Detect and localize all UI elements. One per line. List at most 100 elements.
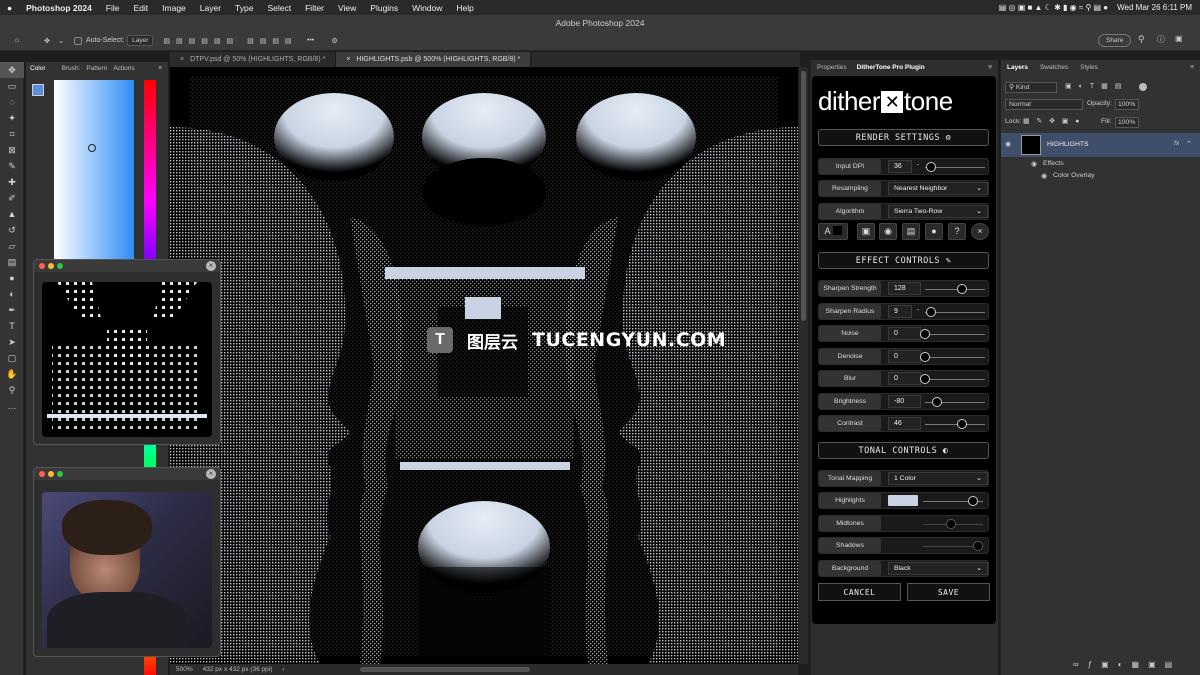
blur-tool-icon[interactable]: ● — [0, 270, 24, 286]
path-select-tool-icon[interactable]: ➤ — [0, 334, 24, 350]
menu-type[interactable]: Type — [228, 3, 260, 13]
contrast-knob[interactable] — [957, 419, 968, 429]
horizontal-scroll-thumb[interactable] — [360, 667, 530, 672]
status-icons[interactable]: ▤ ◎ ▣ ■ ▲ ☾ ✱ ▮ ◉ ≈ ⚲ ▤ ● — [999, 3, 1108, 12]
menu-filter[interactable]: Filter — [298, 3, 331, 13]
opacity-field[interactable]: 100% — [1115, 99, 1139, 110]
noise-track[interactable] — [925, 334, 985, 335]
save-button[interactable]: SAVE — [907, 583, 990, 601]
menu-file[interactable]: File — [99, 3, 127, 13]
scroll-thumb[interactable] — [801, 71, 806, 321]
fx-badge[interactable]: fx — [1174, 140, 1179, 147]
effects-row[interactable]: ◉ Effects — [1001, 159, 1200, 170]
contrast-field[interactable]: 46 — [888, 417, 921, 430]
layers-icon[interactable]: ▣ — [857, 223, 875, 240]
blur-track[interactable] — [925, 379, 985, 380]
algorithm-select[interactable]: Sierra Two-Row ⌄ — [888, 205, 988, 218]
visibility-eye-icon[interactable]: ◉ — [1005, 140, 1011, 148]
move-tool-icon[interactable]: ✥ — [0, 62, 24, 78]
tab-layers[interactable]: Layers — [1007, 64, 1028, 71]
help-icon[interactable]: ⓘ — [1157, 34, 1165, 45]
brightness-knob[interactable] — [932, 397, 942, 407]
visibility-eye-icon[interactable]: ◉ — [1041, 172, 1047, 180]
denoise-track[interactable] — [925, 357, 985, 358]
gradient-tool-icon[interactable]: ▤ — [0, 254, 24, 270]
panel-menu-icon[interactable]: ≡ — [988, 64, 992, 71]
filter-toggle-icon[interactable] — [1139, 83, 1147, 91]
filter-icons[interactable]: ▣◐T▦▤ — [1065, 82, 1128, 90]
tab-pattern[interactable]: Pattern — [86, 65, 107, 72]
help-icon[interactable]: ? — [948, 223, 966, 240]
home-icon[interactable]: ⌂ — [10, 34, 24, 48]
layer-highlights[interactable]: ◉ HIGHLIGHTS fx ⌃ — [1001, 133, 1200, 157]
tab-styles[interactable]: Styles — [1080, 64, 1098, 71]
reset-icon[interactable]: × — [971, 223, 989, 240]
crop-tool-icon[interactable]: ⌗ — [0, 126, 24, 142]
panel-menu-icon[interactable]: ≡ — [158, 65, 162, 72]
input-dpi-knob[interactable] — [926, 162, 936, 172]
document-canvas[interactable]: T 图层云 TUCENGYUN.COM — [170, 67, 798, 664]
color-picker-field[interactable] — [54, 80, 134, 260]
tab-highlights[interactable]: × HIGHLIGHTS.psb @ 500% (HIGHLIGHTS, RGB/… — [336, 52, 532, 67]
sharpen-strength-track[interactable] — [925, 289, 985, 290]
layer-name[interactable]: HIGHLIGHTS — [1047, 141, 1089, 148]
zoom-tool-icon[interactable]: ⚲ — [0, 382, 24, 398]
foreground-swatch[interactable] — [32, 84, 44, 96]
type-tool-icon[interactable]: T — [0, 318, 24, 334]
webcam-titlebar[interactable]: × — [34, 468, 220, 480]
cancel-button[interactable]: CANCEL — [818, 583, 901, 601]
denoise-knob[interactable] — [920, 352, 930, 362]
marquee-tool-icon[interactable]: ▭ — [0, 78, 24, 94]
hand-tool-icon[interactable]: ✋ — [0, 366, 24, 382]
chevron-down-icon[interactable]: ⌄ — [54, 34, 68, 48]
tonal-controls-button[interactable]: TONAL CONTROLS ◐ — [818, 442, 989, 459]
menu-window[interactable]: Window — [405, 3, 449, 13]
pen-tool-icon[interactable]: ✒ — [0, 302, 24, 318]
render-settings-button[interactable]: RENDER SETTINGS ⚙ — [818, 129, 989, 146]
move-tool-icon[interactable]: ✥ — [40, 34, 54, 48]
vertical-scrollbar[interactable] — [799, 67, 808, 664]
eyedropper-tool-icon[interactable]: ✎ — [0, 158, 24, 174]
visibility-eye-icon[interactable]: ◉ — [1031, 160, 1037, 168]
clock[interactable]: Wed Mar 26 6:11 PM — [1117, 3, 1192, 12]
auto-select-dropdown[interactable]: Layer — [127, 35, 154, 46]
menu-image[interactable]: Image — [155, 3, 193, 13]
tab-color[interactable]: Color — [30, 65, 46, 72]
shadows-knob[interactable] — [973, 541, 983, 551]
frame-tool-icon[interactable]: ⊠ — [0, 142, 24, 158]
fill-field[interactable]: 100% — [1115, 117, 1139, 128]
share-button[interactable]: Share — [1098, 34, 1132, 47]
tonal-mapping-select[interactable]: 1 Color ⌄ — [888, 472, 988, 485]
close-dot-icon[interactable] — [39, 471, 45, 477]
kind-filter[interactable]: ⚲ Kind — [1005, 82, 1057, 93]
workspace-icon[interactable]: ▣ — [1175, 34, 1183, 43]
zoom-level[interactable]: 500% — [176, 666, 193, 673]
zoom-dot-icon[interactable] — [57, 263, 63, 269]
sharpen-radius-knob[interactable] — [926, 307, 936, 317]
stamp-tool-icon[interactable]: ▲ — [0, 206, 24, 222]
history-brush-tool-icon[interactable]: ↺ — [0, 222, 24, 238]
highlights-knob[interactable] — [968, 496, 978, 506]
tab-properties[interactable]: Properties — [817, 64, 847, 71]
tab-dithertone[interactable]: DitherTone Pro Plugin — [857, 64, 925, 71]
preview-titlebar[interactable]: × — [34, 260, 220, 272]
dodge-tool-icon[interactable]: ◐ — [0, 286, 24, 302]
close-icon[interactable]: × — [206, 261, 216, 271]
more-tool-icon[interactable]: … — [0, 398, 24, 414]
menu-layer[interactable]: Layer — [193, 3, 228, 13]
minimize-dot-icon[interactable] — [48, 263, 54, 269]
color-overlay-row[interactable]: ◉ Color Overlay — [1001, 171, 1200, 182]
auto-select-checkbox[interactable] — [74, 36, 82, 45]
effect-controls-button[interactable]: EFFECT CONTROLS ✎ — [818, 252, 989, 269]
brightness-field[interactable]: -80 — [888, 395, 921, 408]
align-icons[interactable]: ▤▤▤▤▤▤ — [163, 34, 239, 48]
lasso-tool-icon[interactable]: ◌ — [0, 94, 24, 110]
shape-tool-icon[interactable]: ▢ — [0, 350, 24, 366]
midtones-knob[interactable] — [945, 519, 956, 529]
search-icon[interactable]: ⚲ — [1138, 34, 1145, 45]
menu-edit[interactable]: Edit — [127, 3, 156, 13]
tab-dtpv[interactable]: × DTPV.psd @ 50% (HIGHLIGHTS, RGB/8) * — [170, 52, 337, 67]
noise-knob[interactable] — [920, 329, 930, 339]
save-preset-icon[interactable]: ▤ — [902, 223, 920, 240]
minimize-dot-icon[interactable] — [48, 471, 54, 477]
